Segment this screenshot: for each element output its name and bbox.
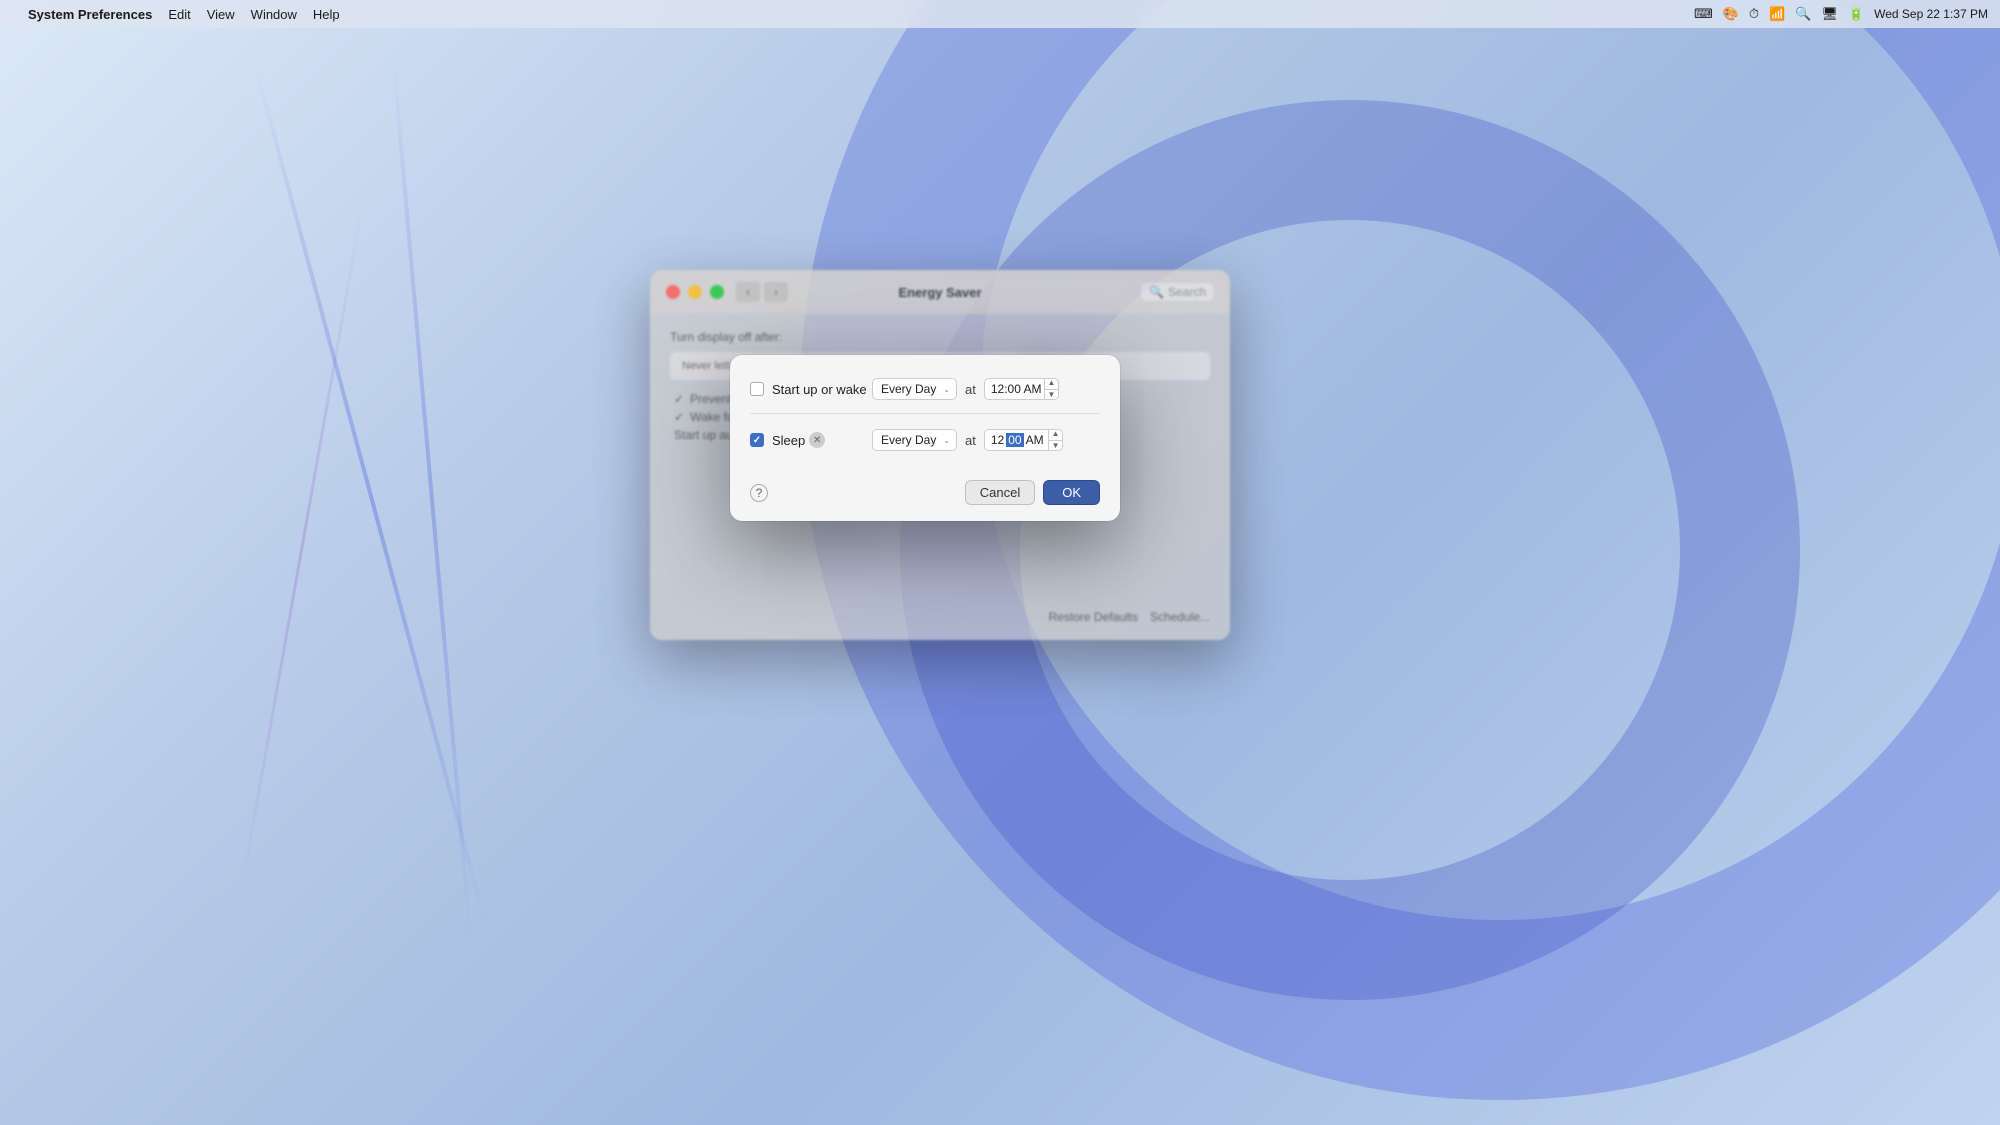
menubar: System Preferences Edit View Window Help…: [0, 0, 2000, 28]
startup-checkbox[interactable]: [750, 382, 764, 396]
help-button[interactable]: ?: [750, 484, 768, 502]
startup-row: Start up or wake Every Day ⌄ at 12:00 AM…: [750, 375, 1100, 403]
search-icon-small: 🔍: [1149, 285, 1164, 299]
sleep-day-value: Every Day: [881, 433, 936, 447]
startup-label: Start up or wake: [772, 382, 872, 397]
startup-time-picker[interactable]: 12:00 AM ▲ ▼: [984, 378, 1060, 400]
wallpaper-line3: [239, 205, 364, 895]
sleep-at-label: at: [965, 433, 976, 448]
search-placeholder: Search: [1168, 285, 1206, 299]
energy-search[interactable]: 🔍 Search: [1141, 283, 1214, 301]
battery-icon: 🔋: [1848, 6, 1864, 22]
sleep-checkbox[interactable]: [750, 433, 764, 447]
startup-dropdown-arrow: ⌄: [943, 385, 950, 394]
sleep-label-container: Sleep ✕: [772, 432, 872, 448]
menu-help[interactable]: Help: [313, 7, 340, 22]
sleep-dropdown-arrow: ⌄: [943, 436, 950, 445]
restore-defaults[interactable]: Restore Defaults: [1049, 610, 1138, 624]
sleep-time-down[interactable]: ▼: [1049, 441, 1063, 452]
menu-edit[interactable]: Edit: [168, 7, 190, 22]
sleep-row: Sleep ✕ Every Day ⌄ at 12 00 AM ▲ ▼: [750, 426, 1100, 454]
wifi-icon: 📶: [1769, 6, 1785, 22]
sleep-time-hour: 12: [985, 433, 1006, 447]
search-icon[interactable]: 🔍: [1795, 6, 1811, 22]
menu-window[interactable]: Window: [251, 7, 297, 22]
schedule-dialog: Start up or wake Every Day ⌄ at 12:00 AM…: [730, 355, 1120, 521]
forward-button[interactable]: ›: [764, 282, 788, 302]
sleep-time-picker[interactable]: 12 00 AM ▲ ▼: [984, 429, 1064, 451]
schedule-button[interactable]: Schedule...: [1150, 610, 1210, 624]
sleep-label: Sleep: [772, 433, 805, 448]
energy-footer: Restore Defaults Schedule...: [1049, 610, 1210, 624]
keyboard-icon: ⌨: [1694, 6, 1713, 22]
sleep-time-up[interactable]: ▲: [1049, 429, 1063, 441]
sleep-time-ampm: AM: [1024, 433, 1048, 447]
time-machine-icon: ⏱: [1749, 6, 1759, 22]
menubar-right: ⌨ 🎨 ⏱ 📶 🔍 🖥 🔋 Wed Sep 22 1:37 PM: [1694, 6, 1988, 22]
startup-time-down[interactable]: ▼: [1045, 390, 1059, 401]
startup-day-value: Every Day: [881, 382, 936, 396]
dialog-footer: ? Cancel OK: [730, 480, 1120, 521]
clock: Wed Sep 22 1:37 PM: [1874, 7, 1988, 21]
energy-nav: ‹ ›: [736, 282, 788, 302]
sleep-time-stepper: ▲ ▼: [1048, 429, 1063, 451]
startup-time-stepper: ▲ ▼: [1044, 378, 1059, 400]
wallpaper-line1: [254, 65, 491, 935]
energy-titlebar: ‹ › Energy Saver 🔍 Search: [650, 270, 1230, 314]
sleep-time-minutes[interactable]: 00: [1006, 433, 1023, 447]
turn-display-label: Turn display off after:: [670, 330, 1210, 344]
menu-view[interactable]: View: [207, 7, 235, 22]
ok-button[interactable]: OK: [1043, 480, 1100, 505]
screen-icon: 🖥: [1821, 6, 1838, 22]
startup-time-value: 12:00 AM: [985, 382, 1044, 396]
checkmark-icon-2: ✓: [674, 410, 684, 424]
window-title: Energy Saver: [898, 285, 981, 300]
color-icon: 🎨: [1723, 6, 1739, 22]
startup-time-up[interactable]: ▲: [1045, 378, 1059, 390]
app-name[interactable]: System Preferences: [28, 7, 152, 22]
checkmark-icon-1: ✓: [674, 392, 684, 406]
startup-day-dropdown[interactable]: Every Day ⌄: [872, 378, 957, 400]
sleep-day-dropdown[interactable]: Every Day ⌄: [872, 429, 957, 451]
minimize-button[interactable]: [688, 285, 702, 299]
sleep-close-button[interactable]: ✕: [809, 432, 825, 448]
back-button[interactable]: ‹: [736, 282, 760, 302]
maximize-button[interactable]: [710, 285, 724, 299]
dialog-divider: [750, 413, 1100, 414]
startup-at-label: at: [965, 382, 976, 397]
menubar-left: System Preferences Edit View Window Help: [12, 7, 340, 22]
cancel-button[interactable]: Cancel: [965, 480, 1035, 505]
dialog-content: Start up or wake Every Day ⌄ at 12:00 AM…: [730, 355, 1120, 480]
close-button[interactable]: [666, 285, 680, 299]
wallpaper-line2: [391, 52, 473, 949]
traffic-lights: [666, 285, 724, 299]
